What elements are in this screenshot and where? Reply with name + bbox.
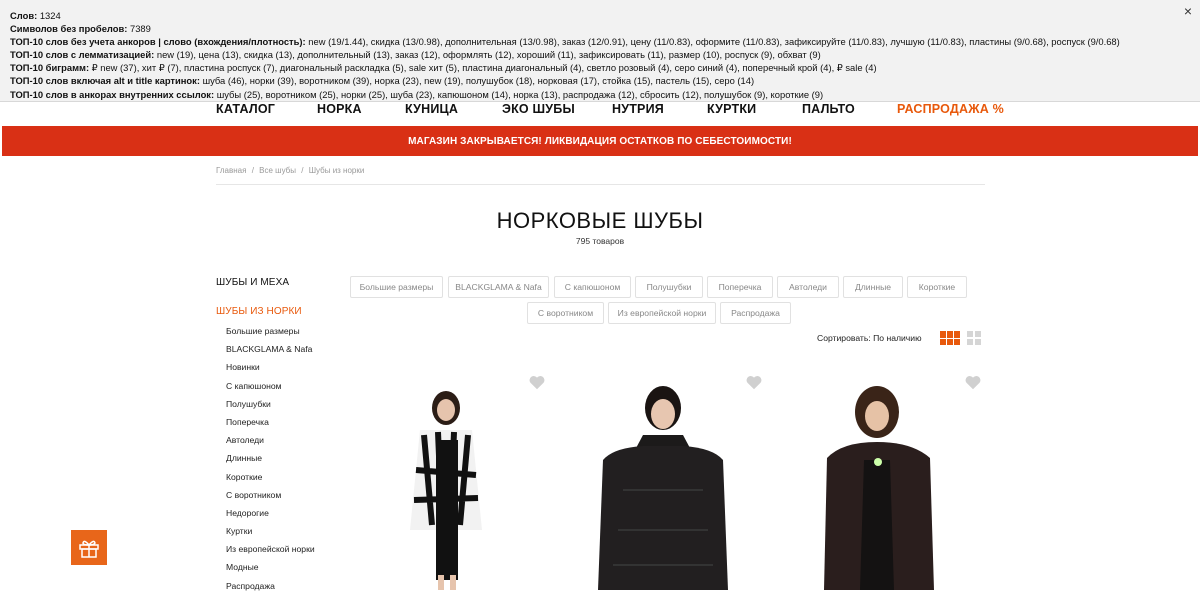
seo-row: ТОП-10 биграмм: ₽ new (37), хит ₽ (7), п…	[10, 62, 877, 74]
filter-chip[interactable]: Распродажа	[720, 302, 791, 324]
nav-sale[interactable]: РАСПРОДАЖА %	[897, 102, 1004, 117]
grid-2-view-icon[interactable]	[967, 331, 981, 345]
filter-chip[interactable]: BLACKGLAMA & Nafa	[448, 276, 549, 298]
promo-banner[interactable]: МАГАЗИН ЗАКРЫВАЕТСЯ! ЛИКВИДАЦИЯ ОСТАТКОВ…	[2, 126, 1198, 156]
seo-row: Символов без пробелов: 7389	[10, 23, 151, 35]
filter-chip[interactable]: С капюшоном	[554, 276, 631, 298]
breadcrumb-current: Шубы из норки	[308, 166, 365, 175]
page-title: НОРКОВЫЕ ШУБЫ	[496, 208, 704, 233]
nav-jackets[interactable]: КУРТКИ	[707, 102, 756, 117]
sidebar-head-furs[interactable]: ШУБЫ И МЕХА	[216, 277, 289, 288]
filter-chip[interactable]: Автоледи	[777, 276, 839, 298]
sidebar-item[interactable]: Недорогие	[226, 506, 315, 524]
product-card[interactable]	[346, 370, 546, 590]
sidebar-item[interactable]: С воротником	[226, 488, 315, 506]
seo-row: ТОП-10 слов в анкорах внутренних ссылок:…	[10, 88, 824, 100]
product-image[interactable]	[782, 380, 982, 590]
breadcrumb: Главная / Все шубы / Шубы из норки	[216, 166, 367, 175]
grid-3-view-icon[interactable]	[940, 331, 960, 345]
breadcrumb-all-furs[interactable]: Все шубы	[259, 166, 296, 175]
seo-row: ТОП-10 слов без учета анкоров | слово (в…	[10, 36, 1120, 48]
breadcrumb-separator: /	[251, 166, 254, 175]
sidebar-item[interactable]: Полушубки	[226, 397, 315, 415]
filter-chip[interactable]: Поперечка	[707, 276, 773, 298]
sidebar-item[interactable]: Длинные	[226, 451, 315, 469]
seo-row: ТОП-10 слов включая alt и title картинок…	[10, 75, 755, 87]
close-icon[interactable]: ×	[1184, 4, 1192, 18]
divider	[216, 184, 985, 185]
filter-chip[interactable]: Полушубки	[635, 276, 703, 298]
seo-row: ТОП-10 слов с лемматизацией: new (19), ц…	[10, 49, 821, 61]
nav-coats[interactable]: ПАЛЬТО	[802, 102, 855, 117]
sidebar-list: Большие размеры BLACKGLAMA & Nafa Новинк…	[226, 324, 315, 597]
nav-mink[interactable]: НОРКА	[317, 102, 362, 117]
sidebar-item[interactable]: С капюшоном	[226, 379, 315, 397]
nav-marten[interactable]: КУНИЦА	[405, 102, 458, 117]
nav-nutria[interactable]: НУТРИЯ	[612, 102, 664, 117]
sidebar-head-mink[interactable]: ШУБЫ ИЗ НОРКИ	[216, 306, 302, 317]
sidebar-item[interactable]: Большие размеры	[226, 324, 315, 342]
product-image[interactable]	[346, 380, 546, 590]
seo-stats-panel: × Слов: 1324 Символов без пробелов: 7389…	[0, 0, 1200, 102]
sidebar-item[interactable]: Из европейской норки	[226, 542, 315, 560]
main-nav: КАТАЛОГ НОРКА КУНИЦА ЭКО ШУБЫ НУТРИЯ КУР…	[0, 102, 1200, 126]
sidebar-item[interactable]: Куртки	[226, 524, 315, 542]
sidebar-item[interactable]: Новинки	[226, 360, 315, 378]
product-count: 795 товаров	[575, 236, 625, 246]
product-card[interactable]	[563, 370, 763, 590]
sidebar-item[interactable]: BLACKGLAMA & Nafa	[226, 342, 315, 360]
sort-dropdown[interactable]: Сортировать: По наличию	[817, 333, 922, 343]
filter-chip[interactable]: Большие размеры	[350, 276, 443, 298]
sidebar-item[interactable]: Распродажа	[226, 579, 315, 597]
breadcrumb-home[interactable]: Главная	[216, 166, 246, 175]
nav-eco-fur[interactable]: ЭКО ШУБЫ	[502, 102, 575, 117]
product-image[interactable]	[563, 380, 763, 590]
product-card[interactable]	[782, 370, 982, 590]
sidebar-item[interactable]: Поперечка	[226, 415, 315, 433]
seo-row: Слов: 1324	[10, 10, 61, 21]
sidebar-item[interactable]: Короткие	[226, 470, 315, 488]
nav-catalog[interactable]: КАТАЛОГ	[216, 102, 275, 117]
gift-icon	[79, 540, 99, 558]
gift-button[interactable]	[71, 530, 107, 565]
sidebar-item[interactable]: Автоледи	[226, 433, 315, 451]
filter-chip[interactable]: Длинные	[843, 276, 903, 298]
filter-chip[interactable]: С воротником	[527, 302, 604, 324]
filter-chip[interactable]: Из европейской норки	[608, 302, 716, 324]
breadcrumb-separator: /	[301, 166, 304, 175]
sidebar-item[interactable]: Модные	[226, 560, 315, 578]
filter-chip[interactable]: Короткие	[907, 276, 967, 298]
